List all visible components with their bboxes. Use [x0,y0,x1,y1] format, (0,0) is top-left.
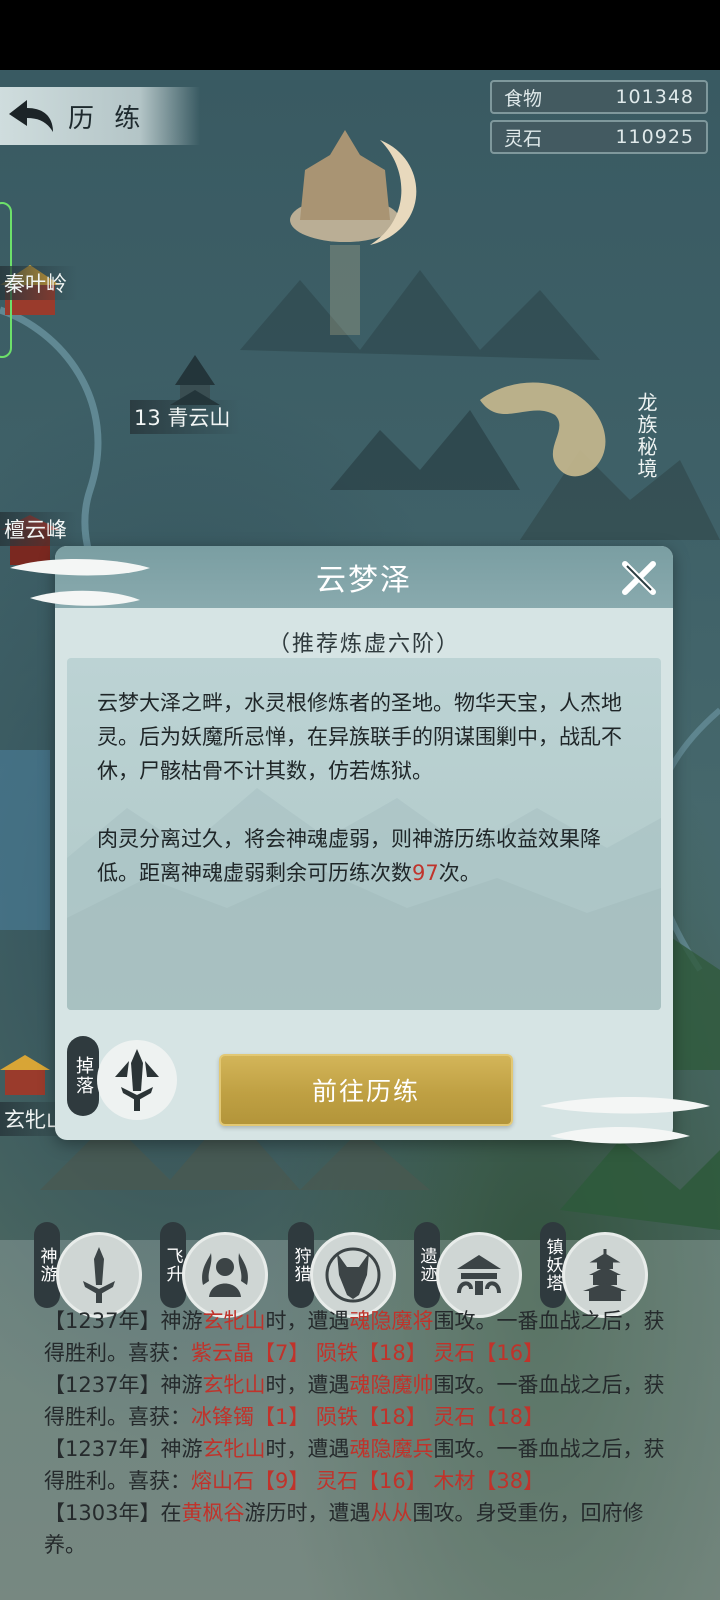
log-text: 游历时，遭遇 [244,1501,371,1525]
page-title: 历 练 [68,103,147,134]
back-arrow-icon[interactable] [0,87,62,145]
dialog-description: 云梦大泽之畔，水灵根修炼者的圣地。物华天宝，人杰地灵。后为妖魔所忌惮，在异族联手… [97,686,637,890]
log-text: 【1303年】在 [44,1501,182,1525]
log-entry: 【1237年】神游玄牝山时，遭遇魂隐魔兵围攻。一番血战之后，获得胜利。喜获：熔山… [44,1433,684,1497]
log-highlight: 玄牝山 [202,1437,266,1461]
back-bar[interactable]: 历 练 [0,87,200,145]
log-text: 【1237年】神游 [44,1309,203,1333]
spirit-stone-label: 灵石 [504,127,543,150]
log-highlight: 玄牝山 [202,1373,266,1397]
soul-note-suffix: 次。 [438,861,481,885]
dialog-description-panel: 云梦大泽之畔，水灵根修炼者的圣地。物华天宝，人杰地灵。后为妖魔所忌惮，在异族联手… [67,658,661,1010]
recommended-level: （推荐炼虚六阶） [267,632,460,657]
location-qingyunshan[interactable]: 13 青云山 [130,400,241,434]
spirit-stone-value: 110925 [615,126,694,148]
status-bar [0,0,720,70]
soul-weakness-note: 肉灵分离过久，将会神魂虚弱，则神游历练收益效果降低。距离神魂虚弱剩余可历练次数9… [97,822,637,890]
log-highlight: 魂隐魔帅 [349,1373,434,1397]
dialog-title: 云梦泽 [316,563,412,598]
log-highlight: 魂隐魔兵 [349,1437,434,1461]
go-train-button[interactable]: 前往历练 [219,1054,513,1126]
log-entry: 【1237年】神游玄牝山时，遭遇魂隐魔将围攻。一番血战之后，获得胜利。喜获：紫云… [44,1305,684,1369]
log-highlight: 紫云晶【7】 陨铁【18】 灵石【16】 [191,1341,545,1365]
log-highlight: 从从 [370,1501,413,1525]
location-qinyeling[interactable]: 秦叶岭 [0,266,77,300]
remaining-count: 97 [412,861,439,885]
log-highlight: 熔山石【9】 灵石【16】 木材【38】 [191,1469,545,1493]
sword-icon[interactable] [97,1040,177,1120]
spirit-stone-resource: 灵石 110925 [490,120,708,154]
log-highlight: 魂隐魔将 [349,1309,434,1333]
log-text: 时，遭遇 [265,1373,350,1397]
soul-note-text: 肉灵分离过久，将会神魂虚弱，则神游历练收益效果降低。距离神魂虚弱剩余可历练次数 [97,827,601,885]
drop-label: 掉落 [67,1036,99,1116]
log-text: 时，遭遇 [265,1437,350,1461]
log-entry: 【1237年】神游玄牝山时，遭遇魂隐魔帅围攻。一番血战之后，获得胜利。喜获：冰锋… [44,1369,684,1433]
location-lore: 云梦大泽之畔，水灵根修炼者的圣地。物华天宝，人杰地灵。后为妖魔所忌惮，在异族联手… [97,691,622,783]
drop-rewards-button[interactable]: 掉落 [67,1036,187,1126]
log-highlight: 玄牝山 [202,1309,266,1333]
log-highlight: 冰锋镯【1】 陨铁【18】 灵石【18】 [191,1405,545,1429]
log-highlight: 黄枫谷 [181,1501,245,1525]
location-dragon-realm[interactable]: 龙族秘境 [632,392,661,480]
close-icon[interactable] [619,558,659,598]
log-text: 【1237年】神游 [44,1437,203,1461]
log-text: 时，遭遇 [265,1309,350,1333]
location-dialog: 云梦泽 （推荐炼虚六阶） 云梦大泽之畔，水灵根修炼者的圣地。物华天宝，人杰地灵。… [55,546,673,1140]
food-label: 食物 [504,87,543,110]
log-text: 【1237年】神游 [44,1373,203,1397]
food-value: 101348 [615,86,694,108]
food-resource: 食物 101348 [490,80,708,114]
location-tanyunfeng[interactable]: 檀云峰 [0,512,77,546]
log-entry: 【1303年】在黄枫谷游历时，遭遇从从围攻。身受重伤，回府修养。 [44,1497,684,1561]
activity-log: 【1237年】神游玄牝山时，遭遇魂隐魔将围攻。一番血战之后，获得胜利。喜获：紫云… [44,1305,684,1561]
